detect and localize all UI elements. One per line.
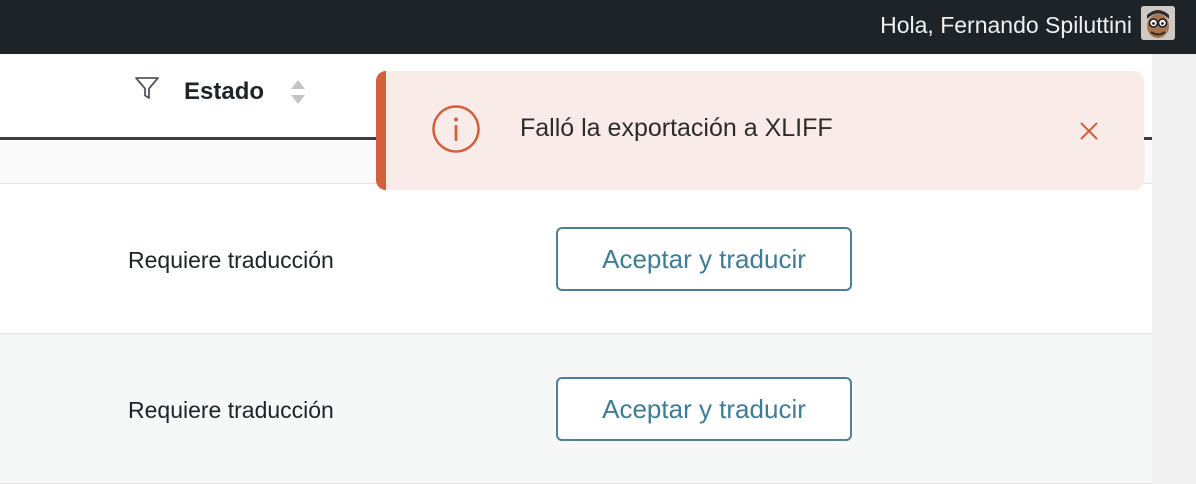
accept-and-translate-button[interactable]: Aceptar y traducir [556,227,852,291]
table-row: Requiere traducción Aceptar y traducir [0,184,1152,334]
close-icon[interactable] [1076,118,1102,144]
filter-funnel-icon[interactable] [133,74,161,102]
user-avatar[interactable] [1141,6,1175,40]
info-circle-icon [431,104,481,154]
table-row: Requiere traducción Aceptar y traducir [0,334,1152,484]
row-status: Requiere traducción [128,247,334,273]
notification-accent-bar [376,71,386,190]
column-title-estado[interactable]: Estado [184,78,264,106]
avatar-icon [1141,6,1175,40]
sort-arrows-icon[interactable] [289,78,307,106]
row-status: Requiere traducción [128,397,334,423]
user-greeting[interactable]: Hola, Fernando Spiluttini [880,10,1132,40]
error-notification: Falló la exportación a XLIFF [376,71,1144,190]
notification-message: Falló la exportación a XLIFF [520,114,833,142]
accept-and-translate-button[interactable]: Aceptar y traducir [556,377,852,441]
page-gutter [1152,54,1196,428]
admin-bar: Hola, Fernando Spiluttini [0,0,1196,54]
